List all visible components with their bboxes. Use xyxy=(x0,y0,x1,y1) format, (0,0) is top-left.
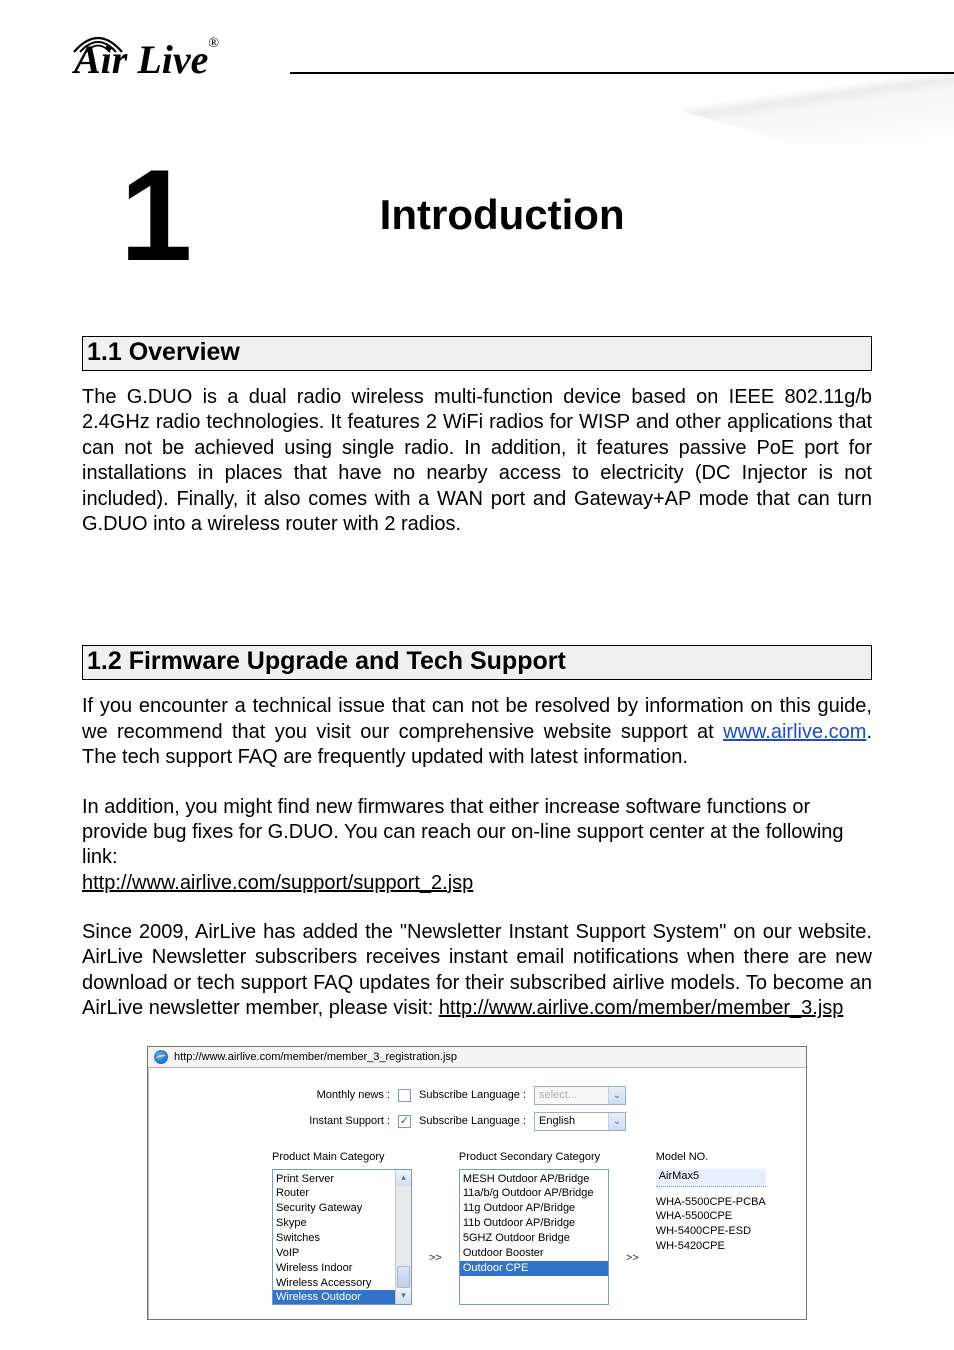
section-1-2-heading: 1.2 Firmware Upgrade and Tech Support xyxy=(82,645,872,680)
instant-support-label: Instant Support : xyxy=(272,1115,390,1127)
airlive-link[interactable]: www.airlive.com xyxy=(723,721,866,743)
chevron-down-icon: ⌄ xyxy=(608,1087,625,1104)
support-link[interactable]: http://www.airlive.com/support/support_2… xyxy=(82,872,473,894)
arrow-right-2[interactable]: >> xyxy=(623,1252,642,1264)
chapter-number: 1 xyxy=(120,150,192,280)
section-1-2-paragraph-3: Since 2009, AirLive has added the "Newsl… xyxy=(82,920,872,1022)
model-input[interactable]: AirMax5 xyxy=(656,1169,766,1187)
list-item[interactable]: Print Server xyxy=(276,1172,392,1187)
scroll-up-icon[interactable]: ▴ xyxy=(396,1170,411,1186)
address-url: http://www.airlive.com/member/member_3_r… xyxy=(174,1051,457,1063)
monthly-language-select[interactable]: select... ⌄ xyxy=(534,1086,626,1105)
instant-language-label: Subscribe Language : xyxy=(419,1115,526,1127)
secondary-category-caption: Product Secondary Category xyxy=(459,1151,609,1163)
list-item[interactable]: Wireless Accessory xyxy=(276,1276,392,1291)
model-caption: Model NO. xyxy=(656,1151,766,1163)
header-gradient-wedge xyxy=(554,74,954,144)
list-item[interactable]: Router xyxy=(276,1186,392,1201)
list-item[interactable]: Outdoor CPE xyxy=(460,1261,608,1276)
section-1-2-paragraph-1: If you encounter a technical issue that … xyxy=(82,694,872,770)
list-item[interactable]: Outdoor Booster xyxy=(463,1246,605,1261)
section-1-2-paragraph-2: In addition, you might find new firmware… xyxy=(82,795,872,897)
list-item[interactable]: Wireless Indoor xyxy=(276,1261,392,1276)
page-header: Air Live® xyxy=(0,0,954,140)
list-item[interactable]: WHA-5500CPE xyxy=(656,1209,766,1224)
list-item[interactable]: Security Gateway xyxy=(276,1201,392,1216)
logo-text: Air Live® xyxy=(74,37,219,82)
scroll-thumb[interactable] xyxy=(397,1266,410,1288)
instant-support-checkbox[interactable] xyxy=(398,1115,411,1128)
monthly-news-checkbox[interactable] xyxy=(398,1089,411,1102)
page-content: 1 Introduction 1.1 Overview The G.DUO is… xyxy=(0,150,954,1320)
list-item[interactable]: Wireless Outdoor xyxy=(273,1290,395,1304)
main-category-listbox[interactable]: Print ServerRouterSecurity GatewaySkypeS… xyxy=(272,1169,412,1305)
airlive-logo: Air Live® xyxy=(74,36,274,96)
header-divider xyxy=(290,72,954,74)
monthly-language-label: Subscribe Language : xyxy=(419,1089,526,1101)
member-link[interactable]: http://www.airlive.com/member/member_3.j… xyxy=(439,997,844,1019)
instant-support-row: Instant Support : Subscribe Language : E… xyxy=(272,1112,792,1131)
section-1-1-paragraph-1: The G.DUO is a dual radio wireless multi… xyxy=(82,385,872,537)
list-item[interactable]: WH-5400CPE-ESD xyxy=(656,1224,766,1239)
secondary-category-column: Product Secondary Category MESH Outdoor … xyxy=(459,1151,609,1305)
category-columns: Product Main Category Print ServerRouter… xyxy=(272,1151,792,1305)
scroll-down-icon[interactable]: ▾ xyxy=(396,1288,411,1304)
browser-address-bar: http://www.airlive.com/member/member_3_r… xyxy=(148,1047,806,1068)
chapter-title: Introduction xyxy=(252,191,872,239)
chevron-down-icon: ⌄ xyxy=(608,1113,625,1130)
list-item[interactable]: 5GHZ Outdoor Bridge xyxy=(463,1231,605,1246)
arrow-right-1[interactable]: >> xyxy=(426,1252,445,1264)
main-category-caption: Product Main Category xyxy=(272,1151,412,1163)
chapter-header: 1 Introduction xyxy=(82,150,872,280)
newsletter-screenshot: http://www.airlive.com/member/member_3_r… xyxy=(147,1046,807,1320)
monthly-news-row: Monthly news : Subscribe Language : sele… xyxy=(272,1086,792,1105)
list-item[interactable]: 11b Outdoor AP/Bridge xyxy=(463,1216,605,1231)
list-item[interactable]: Switches xyxy=(276,1231,392,1246)
list-item[interactable]: 11g Outdoor AP/Bridge xyxy=(463,1201,605,1216)
list-item[interactable]: Skype xyxy=(276,1216,392,1231)
list-item[interactable]: 11a/b/g Outdoor AP/Bridge xyxy=(463,1186,605,1201)
scrollbar[interactable]: ▴ ▾ xyxy=(395,1170,411,1304)
list-item[interactable]: WHA-5500CPE-PCBA xyxy=(656,1195,766,1210)
list-item[interactable]: WH-5420CPE xyxy=(656,1239,766,1254)
model-list: WHA-5500CPE-PCBAWHA-5500CPEWH-5400CPE-ES… xyxy=(656,1195,766,1254)
list-item[interactable]: VoIP xyxy=(276,1246,392,1261)
monthly-news-label: Monthly news : xyxy=(272,1089,390,1101)
model-column: Model NO. AirMax5 WHA-5500CPE-PCBAWHA-55… xyxy=(656,1151,766,1254)
secondary-category-listbox[interactable]: MESH Outdoor AP/Bridge11a/b/g Outdoor AP… xyxy=(459,1169,609,1305)
list-item[interactable]: MESH Outdoor AP/Bridge xyxy=(463,1172,605,1187)
main-category-column: Product Main Category Print ServerRouter… xyxy=(272,1151,412,1305)
ie-icon xyxy=(154,1050,168,1064)
section-1-1-heading: 1.1 Overview xyxy=(82,336,872,371)
instant-language-select[interactable]: English ⌄ xyxy=(534,1112,626,1131)
